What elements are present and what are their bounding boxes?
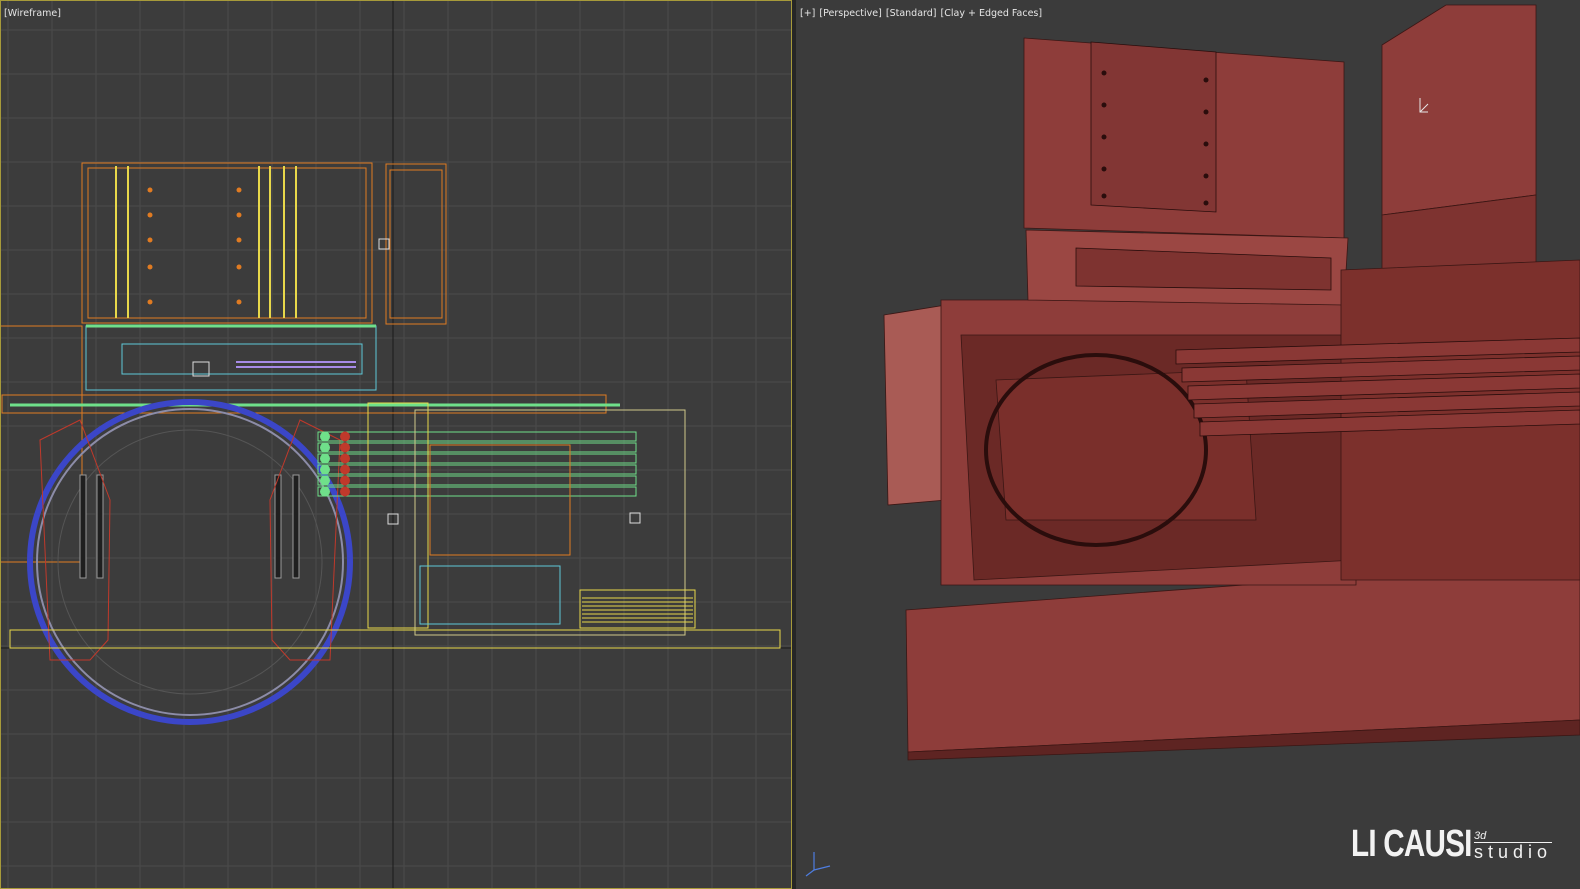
viewport-label-perspective[interactable]: [+] [Perspective] [Standard] [Clay + Edg…: [800, 8, 1043, 19]
rivet: [147, 237, 153, 243]
studio-logo: LI CAUSI 3d studio: [1317, 823, 1552, 865]
rivet: [236, 237, 242, 243]
axis-gizmo-icon: [805, 852, 831, 877]
floor-slab: [905, 559, 1580, 753]
rivet: [1203, 77, 1209, 83]
view-perspective-menu[interactable]: [Perspective]: [819, 8, 881, 19]
logo-sub-text: studio: [1473, 842, 1552, 862]
perspective-viewport[interactable]: [+] [Perspective] [Standard] [Clay + Edg…: [796, 0, 1580, 889]
rivet: [147, 212, 153, 218]
rivet: [236, 299, 242, 305]
rivet: [1101, 166, 1107, 172]
rivet: [1203, 200, 1209, 206]
logo-superscript: 3d: [1473, 830, 1487, 842]
pipe-end-wire: [320, 442, 330, 453]
rivet: [147, 299, 153, 305]
machinery-wire: [414, 409, 686, 636]
machinery-panel-wire: [429, 444, 571, 556]
top-container-inner-wire: [87, 167, 367, 319]
top-container-wire: [81, 162, 373, 324]
view-plus-menu[interactable]: [+]: [800, 8, 815, 19]
pipe-wire: [317, 442, 637, 453]
view-shading-menu[interactable]: [Clay + Edged Faces]: [941, 8, 1043, 19]
rivet: [236, 187, 242, 193]
pipe-end-wire: [320, 453, 330, 464]
door-piston-wire: [96, 474, 104, 579]
lower-panel-wire: [419, 565, 561, 625]
pivot-marker: [378, 238, 390, 250]
rivet: [236, 264, 242, 270]
tall-tower: [1381, 4, 1537, 216]
mid-band-panel-wire: [121, 343, 363, 375]
rivet: [236, 212, 242, 218]
rivet: [147, 264, 153, 270]
rivet: [1203, 109, 1209, 115]
mid-band-wire: [85, 325, 377, 391]
rivet: [1101, 70, 1107, 76]
pipe-end-wire: [320, 486, 330, 497]
pipe-cap-wire: [340, 486, 350, 497]
pipe-end-wire: [320, 431, 330, 442]
pipe-wire: [317, 486, 637, 497]
pipe-end-wire: [320, 464, 330, 475]
rivet: [1203, 173, 1209, 179]
pipe-cap-wire: [340, 453, 350, 464]
clay-scene: [805, 4, 1580, 877]
pipe-cap-wire: [340, 464, 350, 475]
pipe-cap-wire: [340, 442, 350, 453]
pipe-wire: [317, 453, 637, 464]
pipe-wire: [317, 475, 637, 486]
rivet: [1101, 193, 1107, 199]
view-standard-menu[interactable]: [Standard]: [886, 8, 937, 19]
door-piston-wire: [79, 474, 87, 579]
door-piston-wire: [274, 474, 282, 579]
left-pillar: [883, 304, 947, 506]
floor-slab-wire: [9, 629, 781, 649]
container-door-panel: [1090, 41, 1217, 213]
wireframe-label[interactable]: [Wireframe]: [4, 8, 61, 19]
side-container-inner-wire: [389, 169, 443, 319]
rivet: [147, 187, 153, 193]
pipe-end-wire: [320, 475, 330, 486]
viewport-label-wireframe[interactable]: [Wireframe]: [4, 8, 62, 19]
pipe-wire: [317, 431, 637, 442]
side-container-wire: [385, 163, 447, 325]
pipe-cap-wire: [340, 431, 350, 442]
pipe-cap-wire: [340, 475, 350, 486]
rivet: [1203, 141, 1209, 147]
logo-main-text: LI CAUSI: [1351, 823, 1472, 865]
rivet: [1101, 134, 1107, 140]
front-wireframe-viewport[interactable]: [Wireframe]: [0, 0, 792, 889]
wireframe-scene: [0, 0, 792, 889]
rivet: [1101, 102, 1107, 108]
door-piston-wire: [292, 474, 300, 579]
